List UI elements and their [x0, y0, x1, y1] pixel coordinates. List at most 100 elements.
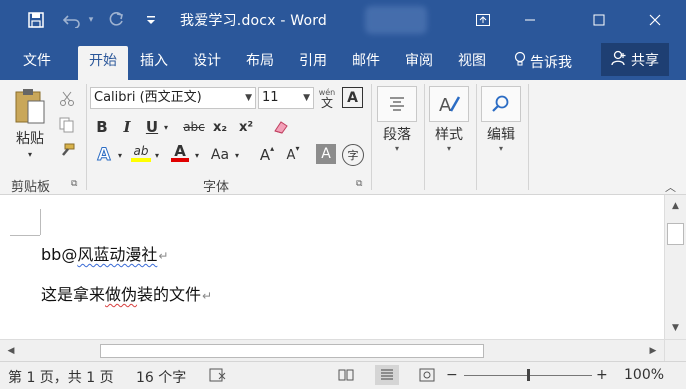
margin-corner-mark — [40, 209, 41, 235]
tab-design[interactable]: 设计 — [189, 46, 225, 80]
grammar-squiggle-text: 风蓝动漫社 — [77, 245, 158, 264]
title-bar: ▾ 我爱学习.docx - Word — [0, 0, 686, 40]
text-effects-button[interactable]: A — [93, 144, 115, 166]
undo-dropdown-icon[interactable]: ▾ — [84, 10, 98, 30]
group-divider — [371, 84, 372, 190]
tab-references[interactable]: 引用 — [295, 46, 331, 80]
underline-button[interactable]: U — [143, 116, 161, 138]
superscript-button[interactable]: x² — [236, 116, 256, 138]
change-case-button[interactable]: Aa — [208, 144, 232, 166]
highlight-dropdown-icon[interactable]: ▾ — [152, 144, 162, 166]
character-border-button[interactable]: A — [342, 87, 363, 108]
web-layout-icon[interactable] — [415, 365, 439, 385]
change-case-dropdown-icon[interactable]: ▾ — [232, 144, 242, 166]
italic-button[interactable]: I — [118, 116, 136, 138]
strikethrough-button[interactable]: abc — [181, 116, 207, 138]
redo-icon[interactable] — [104, 10, 128, 30]
zoom-in-button[interactable]: + — [596, 367, 608, 383]
clipboard-group-label: 剪贴板 — [11, 180, 51, 195]
customize-qat-icon[interactable] — [142, 10, 160, 30]
font-size-select[interactable]: 11 ▼ — [258, 87, 314, 109]
maximize-icon[interactable] — [576, 0, 622, 40]
font-group-label: 字体 — [203, 180, 230, 195]
ribbon-home: 粘贴 ▾ 剪贴板 ⧉ Calibri (西文正文) ▼ 11 ▼ wén 文 A… — [0, 80, 686, 195]
proofing-icon[interactable] — [206, 365, 230, 385]
save-icon[interactable] — [24, 10, 48, 30]
zoom-out-button[interactable]: − — [446, 367, 458, 383]
document-paragraph[interactable]: bb@风蓝动漫社↵ — [41, 241, 168, 265]
paragraph-button[interactable]: 段落 ▾ — [377, 86, 417, 164]
enclose-characters-button[interactable]: 字 — [342, 144, 364, 166]
clipboard-launcher-icon[interactable]: ⧉ — [71, 179, 77, 189]
paragraph-mark: ↵ — [202, 289, 213, 303]
editing-button[interactable]: 编辑 ▾ — [481, 86, 521, 164]
paragraph-icon — [377, 86, 417, 122]
format-painter-icon[interactable] — [56, 140, 78, 162]
lightbulb-icon — [514, 48, 526, 78]
paste-button[interactable]: 粘贴 — [10, 128, 50, 148]
character-shading-button[interactable]: A — [316, 144, 336, 164]
cut-icon[interactable] — [56, 88, 78, 110]
scroll-left-icon[interactable]: ◀ — [2, 340, 20, 361]
zoom-level[interactable]: 100% — [624, 367, 664, 383]
scroll-up-icon[interactable]: ▲ — [665, 197, 686, 215]
page-count[interactable]: 第 1 页，共 1 页 — [8, 367, 114, 387]
paste-dropdown-icon[interactable]: ▾ — [10, 148, 50, 160]
font-color-swatch — [171, 158, 189, 162]
horizontal-scroll-thumb[interactable] — [100, 344, 484, 358]
font-launcher-icon[interactable]: ⧉ — [356, 179, 362, 189]
minimize-icon[interactable] — [507, 0, 553, 40]
collapse-ribbon-icon[interactable]: ︿ — [665, 179, 676, 195]
shrink-font-button[interactable]: A ▾ — [282, 144, 304, 166]
person-add-icon — [611, 50, 627, 70]
zoom-slider-thumb[interactable] — [527, 369, 530, 381]
horizontal-scrollbar[interactable]: ◀ ▶ — [0, 339, 664, 361]
tab-home[interactable]: 开始 — [78, 46, 128, 80]
bold-button[interactable]: B — [93, 116, 111, 138]
close-icon[interactable] — [632, 0, 678, 40]
paragraph-mark: ↵ — [158, 249, 169, 263]
document-paragraph[interactable]: 这是拿来做伪装的文件↵ — [41, 281, 212, 305]
tab-mailings[interactable]: 邮件 — [348, 46, 384, 80]
word-count[interactable]: 16 个字 — [136, 367, 186, 387]
undo-icon[interactable] — [60, 10, 84, 30]
tab-review[interactable]: 审阅 — [401, 46, 437, 80]
subscript-button[interactable]: x₂ — [210, 116, 230, 138]
tab-file[interactable]: 文件 — [19, 46, 55, 80]
read-mode-icon[interactable] — [334, 365, 358, 385]
ribbon-display-icon[interactable] — [460, 0, 506, 40]
paragraph-dropdown-icon: ▾ — [394, 144, 399, 153]
phonetic-guide-button[interactable]: wén 文 — [316, 85, 338, 111]
share-button[interactable]: 共享 — [601, 43, 669, 76]
document-canvas[interactable]: bb@风蓝动漫社↵ 这是拿来做伪装的文件↵ — [0, 195, 664, 339]
window-title: 我爱学习.docx - Word — [180, 13, 328, 29]
clear-formatting-icon[interactable] — [270, 116, 292, 138]
scroll-down-icon[interactable]: ▼ — [665, 319, 686, 337]
styles-dropdown-icon: ▾ — [446, 144, 451, 153]
text-effects-dropdown-icon[interactable]: ▾ — [115, 144, 125, 166]
tab-insert[interactable]: 插入 — [136, 46, 172, 80]
tell-me-box[interactable]: 告诉我 — [510, 46, 576, 80]
font-color-button[interactable]: A — [170, 142, 190, 164]
underline-dropdown-icon[interactable]: ▾ — [161, 116, 171, 138]
styles-button[interactable]: A 样式 ▾ — [429, 86, 469, 164]
tab-view[interactable]: 视图 — [454, 46, 490, 80]
editing-dropdown-icon: ▾ — [498, 144, 503, 153]
copy-icon[interactable] — [56, 114, 78, 136]
paste-icon[interactable] — [10, 86, 50, 126]
font-size-dropdown-icon: ▼ — [303, 93, 310, 103]
scroll-right-icon[interactable]: ▶ — [644, 340, 662, 361]
ribbon-tabs: 文件 开始 插入 设计 布局 引用 邮件 审阅 视图 告诉我 共享 — [0, 40, 686, 80]
font-name-select[interactable]: Calibri (西文正文) ▼ — [90, 87, 256, 109]
print-layout-icon[interactable] — [375, 365, 399, 385]
highlight-button[interactable]: ab — [130, 142, 152, 164]
font-color-dropdown-icon[interactable]: ▾ — [192, 144, 202, 166]
vertical-scroll-thumb[interactable] — [667, 223, 684, 245]
highlight-color-swatch — [131, 158, 151, 162]
tab-layout[interactable]: 布局 — [242, 46, 278, 80]
group-divider — [476, 84, 477, 190]
grow-font-button[interactable]: A ▴ — [256, 144, 278, 166]
group-divider — [528, 84, 529, 190]
vertical-scrollbar[interactable]: ▲ ▼ — [664, 195, 686, 339]
group-divider — [424, 84, 425, 190]
